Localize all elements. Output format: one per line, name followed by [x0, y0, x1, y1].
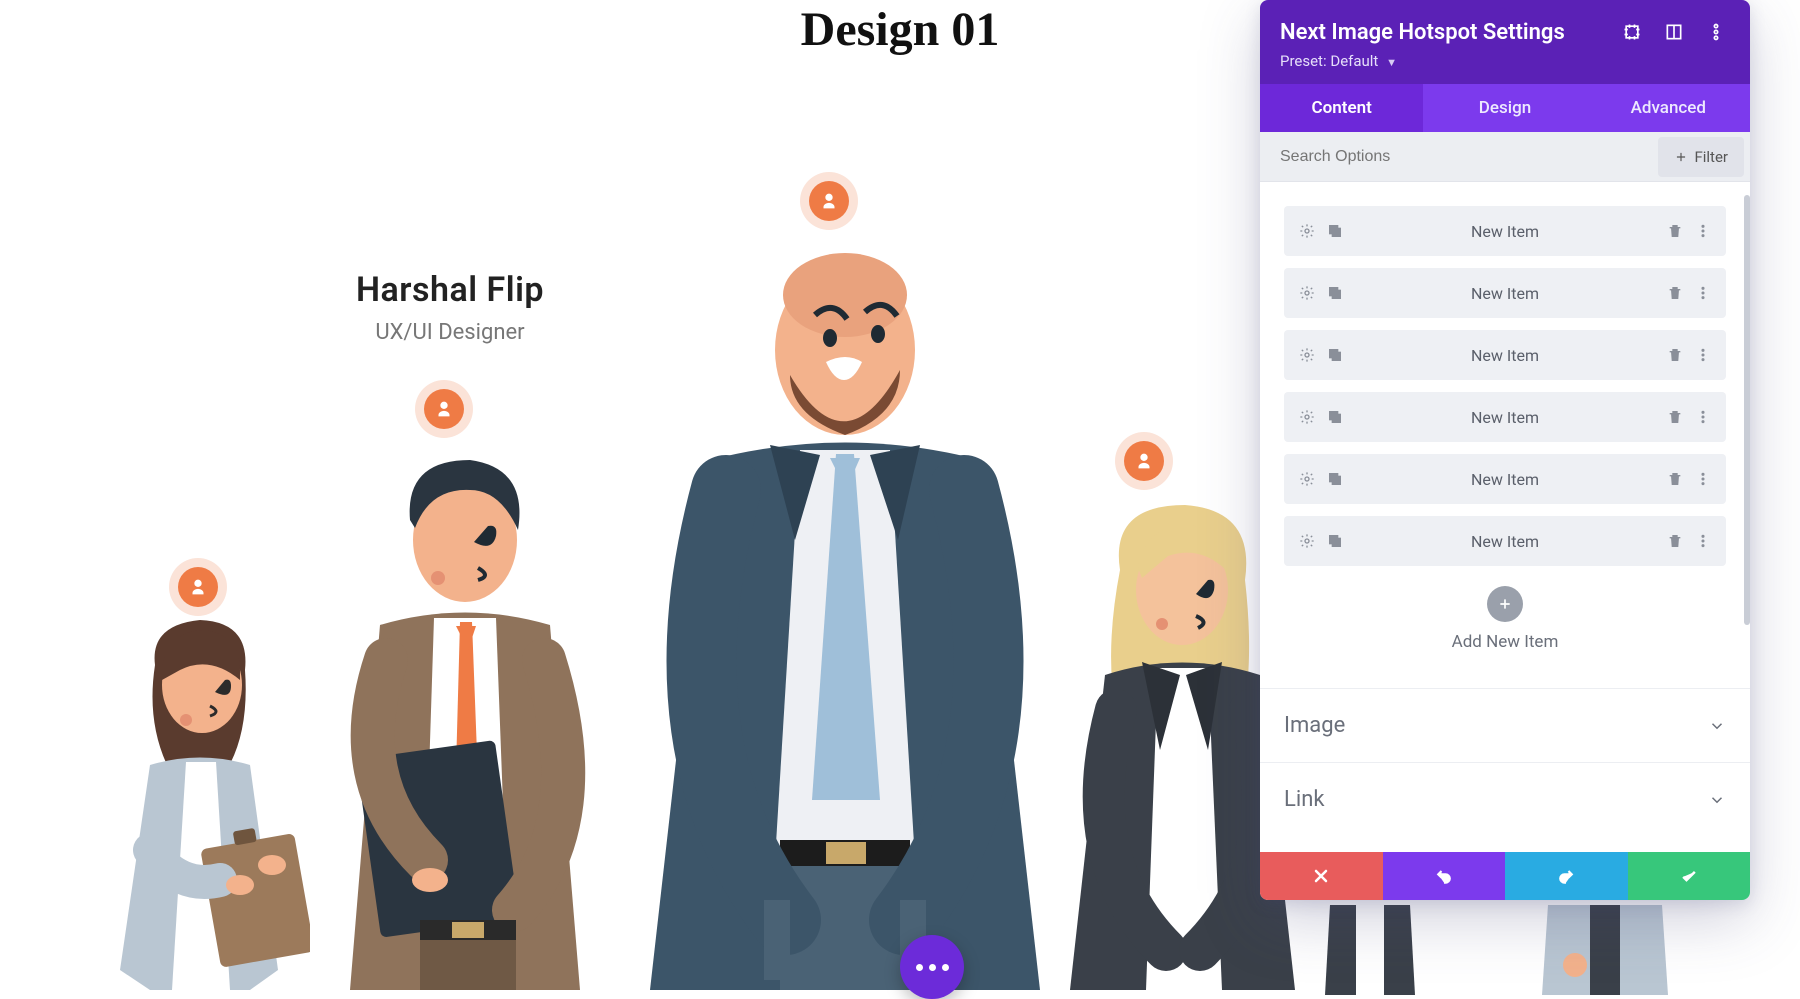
section-link[interactable]: Link: [1260, 762, 1750, 836]
plus-icon: [1497, 596, 1513, 612]
expand-icon[interactable]: [1618, 18, 1646, 46]
list-item-label: New Item: [1344, 408, 1666, 427]
plus-icon: [1674, 150, 1688, 164]
add-item-label: Add New Item: [1284, 632, 1726, 652]
hotspot-marker[interactable]: [169, 558, 227, 616]
section-image[interactable]: Image: [1260, 688, 1750, 762]
more-vert-icon[interactable]: [1694, 470, 1712, 488]
more-vert-icon[interactable]: [1694, 532, 1712, 550]
caret-down-icon: ▼: [1386, 56, 1397, 69]
tooltip-name: Harshal Flip: [280, 270, 620, 310]
gear-icon[interactable]: [1298, 346, 1316, 364]
duplicate-icon[interactable]: [1326, 346, 1344, 364]
list-item[interactable]: New Item: [1284, 392, 1726, 442]
more-vert-icon[interactable]: [1694, 284, 1712, 302]
filter-button[interactable]: Filter: [1658, 137, 1744, 177]
add-item-button[interactable]: [1487, 586, 1523, 622]
user-icon: [1124, 441, 1164, 481]
scrollbar[interactable]: [1744, 195, 1750, 625]
trash-icon[interactable]: [1666, 284, 1684, 302]
hotspot-marker[interactable]: [800, 172, 858, 230]
items-list: New Item New Item: [1260, 182, 1750, 688]
list-item-label: New Item: [1344, 470, 1666, 489]
list-item[interactable]: New Item: [1284, 516, 1726, 566]
gear-icon[interactable]: [1298, 284, 1316, 302]
more-vert-icon[interactable]: [1694, 222, 1712, 240]
panel-tabs: Content Design Advanced: [1260, 84, 1750, 132]
user-icon: [178, 567, 218, 607]
list-item-label: New Item: [1344, 532, 1666, 551]
illustration-person: [630, 240, 1060, 990]
list-item-label: New Item: [1344, 284, 1666, 303]
list-item[interactable]: New Item: [1284, 206, 1726, 256]
tab-design[interactable]: Design: [1423, 84, 1586, 132]
trash-icon[interactable]: [1666, 532, 1684, 550]
duplicate-icon[interactable]: [1326, 408, 1344, 426]
dots-icon: [916, 964, 949, 971]
duplicate-icon[interactable]: [1326, 470, 1344, 488]
save-button[interactable]: [1628, 852, 1751, 900]
more-vert-icon[interactable]: [1694, 346, 1712, 364]
redo-icon: [1556, 866, 1576, 886]
duplicate-icon[interactable]: [1326, 222, 1344, 240]
redo-button[interactable]: [1505, 852, 1628, 900]
chevron-down-icon: [1708, 717, 1726, 735]
gear-icon[interactable]: [1298, 408, 1316, 426]
duplicate-icon[interactable]: [1326, 532, 1344, 550]
check-icon: [1679, 866, 1699, 886]
list-item[interactable]: New Item: [1284, 454, 1726, 504]
illustration-person: [1540, 905, 1670, 999]
hotspot-tooltip: Harshal Flip UX/UI Designer: [280, 270, 620, 345]
illustration-person: [90, 610, 310, 990]
cancel-button[interactable]: [1260, 852, 1383, 900]
gear-icon[interactable]: [1298, 222, 1316, 240]
gear-icon[interactable]: [1298, 470, 1316, 488]
tab-advanced[interactable]: Advanced: [1587, 84, 1750, 132]
tooltip-role: UX/UI Designer: [280, 320, 620, 345]
gear-icon[interactable]: [1298, 532, 1316, 550]
list-item[interactable]: New Item: [1284, 268, 1726, 318]
panel-title: Next Image Hotspot Settings: [1280, 20, 1565, 45]
columns-icon[interactable]: [1660, 18, 1688, 46]
search-input[interactable]: [1280, 148, 1658, 166]
user-icon: [424, 389, 464, 429]
user-icon: [809, 181, 849, 221]
more-vert-icon[interactable]: [1702, 18, 1730, 46]
undo-icon: [1434, 866, 1454, 886]
hotspot-marker[interactable]: [415, 380, 473, 438]
trash-icon[interactable]: [1666, 222, 1684, 240]
list-item-label: New Item: [1344, 346, 1666, 365]
fab-more[interactable]: [900, 935, 964, 999]
chevron-down-icon: [1708, 791, 1726, 809]
tab-content[interactable]: Content: [1260, 84, 1423, 132]
list-item-label: New Item: [1344, 222, 1666, 241]
hotspot-marker[interactable]: [1115, 432, 1173, 490]
duplicate-icon[interactable]: [1326, 284, 1344, 302]
illustration-person: [1320, 905, 1420, 999]
close-icon: [1311, 866, 1331, 886]
more-vert-icon[interactable]: [1694, 408, 1712, 426]
trash-icon[interactable]: [1666, 470, 1684, 488]
undo-button[interactable]: [1383, 852, 1506, 900]
list-item[interactable]: New Item: [1284, 330, 1726, 380]
illustration-person: [310, 450, 610, 990]
trash-icon[interactable]: [1666, 346, 1684, 364]
settings-panel: Next Image Hotspot Settings Preset: Defa…: [1260, 0, 1750, 900]
trash-icon[interactable]: [1666, 408, 1684, 426]
preset-selector[interactable]: Preset: Default ▼: [1280, 52, 1730, 70]
